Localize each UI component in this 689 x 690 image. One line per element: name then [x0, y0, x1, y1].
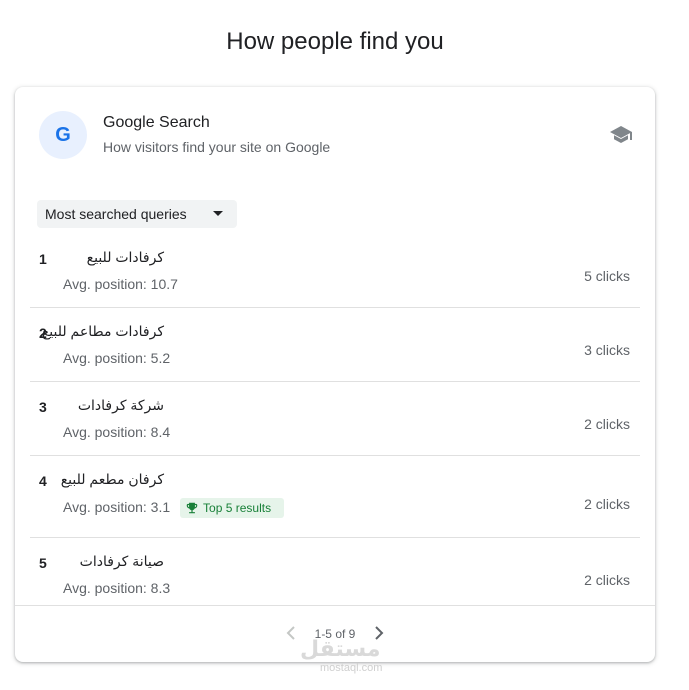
graduation-cap-icon[interactable] [609, 123, 633, 147]
page-title: How people find you [226, 28, 444, 55]
caret-down-icon [213, 211, 223, 216]
query-rank: 3 [39, 399, 47, 415]
card-title: Google Search [103, 114, 210, 131]
query-text: كرفان مطعم للبيع [60, 471, 164, 487]
query-text: شركة كرفادات [77, 397, 164, 413]
list-item[interactable]: 4 كرفان مطعم للبيع Avg. position: 3.1 To… [30, 456, 640, 538]
list-item[interactable]: 3 شركة كرفادات Avg. position: 8.4 2 clic… [30, 382, 640, 456]
google-logo-icon: G [39, 111, 87, 159]
list-item[interactable]: 2 كرفادات مطاعم للبيع Avg. position: 5.2… [30, 308, 640, 382]
avg-position: Avg. position: 3.1 Top 5 results [63, 498, 290, 518]
query-rank: 5 [39, 555, 47, 571]
avg-position: Avg. position: 10.7 [63, 276, 178, 292]
query-rank: 1 [39, 251, 47, 267]
top-results-badge: Top 5 results [180, 498, 285, 518]
google-logo-letter: G [55, 123, 71, 146]
query-clicks: 3 clicks [584, 342, 630, 358]
query-text: صيانة كرفادات [79, 553, 164, 569]
footer-divider [15, 605, 655, 606]
query-clicks: 5 clicks [584, 268, 630, 284]
queries-list: 1 كرفادات للبيع Avg. position: 10.7 5 cl… [30, 234, 640, 611]
query-clicks: 2 clicks [584, 496, 630, 512]
query-text: كرفادات مطاعم للبيع [41, 323, 164, 339]
watermark-url: mostaql.com [320, 662, 383, 674]
avg-position: Avg. position: 8.3 [63, 580, 171, 596]
card-subtitle: How visitors find your site on Google [103, 139, 331, 155]
badge-label: Top 5 results [203, 501, 272, 515]
query-clicks: 2 clicks [584, 572, 630, 588]
query-clicks: 2 clicks [584, 416, 630, 432]
dropdown-label: Most searched queries [45, 206, 187, 222]
watermark-logo: مستقل [300, 636, 381, 661]
google-search-card: G Google Search How visitors find your s… [15, 87, 655, 662]
avg-position: Avg. position: 5.2 [63, 350, 171, 366]
list-item[interactable]: 1 كرفادات للبيع Avg. position: 10.7 5 cl… [30, 234, 640, 308]
query-rank: 4 [39, 473, 47, 489]
avg-position: Avg. position: 8.4 [63, 424, 171, 440]
trophy-icon [186, 502, 198, 514]
queries-dropdown[interactable]: Most searched queries [37, 200, 237, 228]
query-text: كرفادات للبيع [86, 249, 164, 265]
list-item[interactable]: 5 صيانة كرفادات Avg. position: 8.3 2 cli… [30, 538, 640, 611]
